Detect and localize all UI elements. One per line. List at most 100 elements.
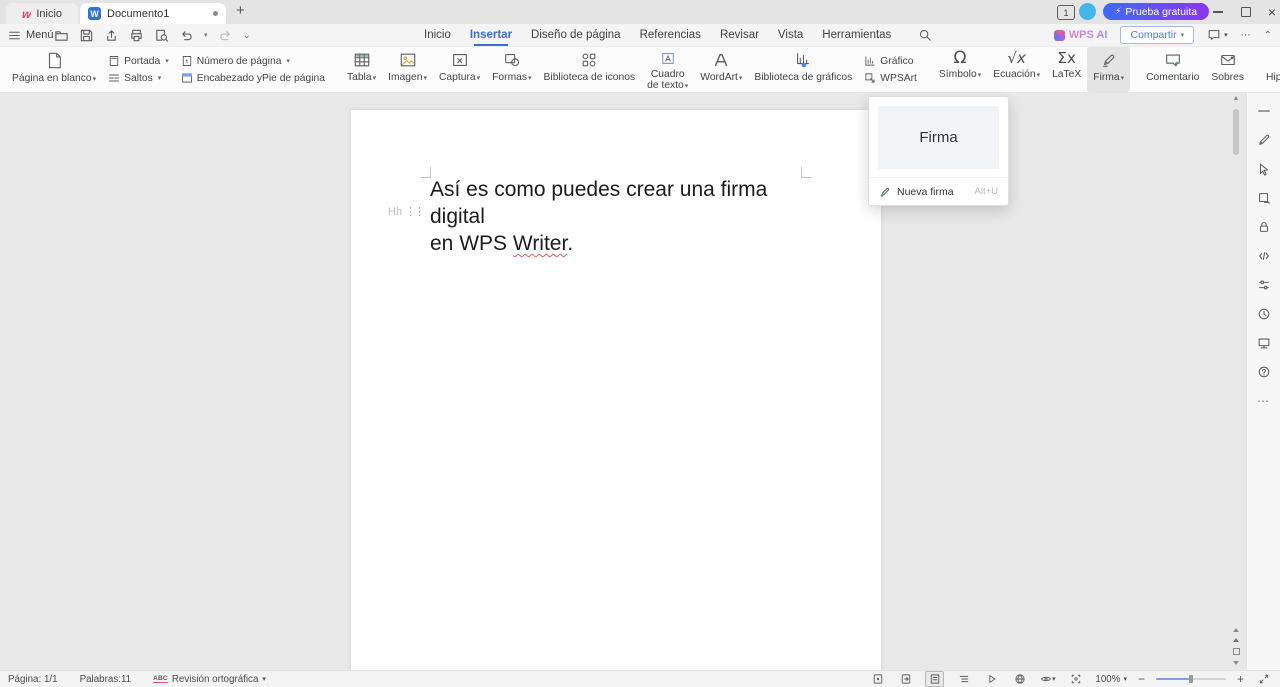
ribbon-button-comentario[interactable]: Comentario: [1140, 47, 1205, 92]
ribbon-button-hipervinculo[interactable]: Hipervínculo: [1260, 47, 1280, 92]
vertical-scrollbar[interactable]: ▲: [1232, 95, 1240, 668]
visibility-button[interactable]: ▾: [1039, 672, 1056, 686]
selection-arrow-icon: [1257, 162, 1271, 176]
outline-view-button[interactable]: [955, 672, 972, 686]
fit-page-button[interactable]: [1067, 672, 1084, 686]
previous-page-button[interactable]: [1233, 638, 1239, 642]
reading-view-button[interactable]: [983, 672, 1000, 686]
close-button[interactable]: ×: [1258, 0, 1280, 24]
share-button[interactable]: Compartir ▾: [1120, 26, 1194, 44]
new-tab-button[interactable]: +: [236, 2, 245, 19]
new-signature-item[interactable]: Nueva firma Alt+U: [869, 177, 1008, 205]
help-button[interactable]: [1256, 364, 1272, 380]
ribbon-button-captura[interactable]: Captura▾: [433, 47, 486, 92]
home-tab[interactable]: w Inicio: [6, 3, 78, 24]
more-options-button[interactable]: ⋯: [1241, 30, 1251, 41]
print-button[interactable]: [129, 28, 144, 43]
browse-object-button[interactable]: [1233, 648, 1240, 655]
ribbon-button-saltos[interactable]: Saltos▾: [108, 72, 169, 84]
signature-preview-item[interactable]: Firma: [878, 106, 999, 169]
ribbon-button-pagina-en-blanco[interactable]: Página en blanco▾: [6, 47, 102, 92]
ribbon-button-biblioteca-iconos[interactable]: Biblioteca de iconos: [538, 47, 642, 92]
page-indicator[interactable]: Página: 1/1: [8, 674, 58, 685]
ribbon-button-formas[interactable]: Formas▾: [486, 47, 537, 92]
scroll-up-button[interactable]: ▲: [1232, 95, 1240, 103]
fullscreen-button[interactable]: [1255, 672, 1272, 686]
ribbon-button-firma[interactable]: Firma▾: [1087, 47, 1130, 92]
unsaved-dot-icon[interactable]: [213, 11, 218, 16]
customize-toolbar-button[interactable]: ⌄: [243, 30, 251, 41]
sidebar-handle[interactable]: [1256, 103, 1272, 119]
ribbon-button-sobres[interactable]: Sobres: [1205, 47, 1250, 92]
page-tools-button[interactable]: [1256, 190, 1272, 206]
print-preview-button[interactable]: [154, 28, 169, 43]
next-page-button[interactable]: [1233, 661, 1239, 665]
ribbon-button-wpsart[interactable]: WPSArt: [864, 72, 917, 84]
document-text[interactable]: Así es como puedes crear una firma digit…: [430, 176, 815, 257]
drag-handle-icon[interactable]: ⋮⋮: [405, 205, 423, 218]
ribbon-button-grafico[interactable]: Gráfico: [864, 55, 917, 67]
redo-button[interactable]: [218, 28, 233, 43]
tab-inicio[interactable]: Inicio: [424, 24, 451, 46]
zoom-slider[interactable]: [1156, 678, 1226, 680]
zoom-out-button[interactable]: −: [1138, 674, 1145, 684]
zoom-in-button[interactable]: +: [1237, 674, 1244, 684]
undo-dropdown-arrow-icon[interactable]: ▾: [204, 31, 208, 39]
zoom-slider-knob[interactable]: [1189, 675, 1193, 683]
ribbon-button-biblioteca-graficos[interactable]: Biblioteca de gráficos: [748, 47, 858, 92]
ribbon-button-ecuacion[interactable]: √x Ecuación▾: [987, 47, 1046, 92]
comments-button[interactable]: ▾: [1207, 28, 1228, 42]
ribbon-button-portada[interactable]: Portada▾: [108, 55, 169, 67]
tab-herramientas[interactable]: Herramientas: [822, 24, 891, 46]
print-layout-button[interactable]: [925, 671, 944, 687]
ribbon-button-cuadro-texto[interactable]: Cuadro de texto▾: [641, 47, 694, 92]
document-page[interactable]: Hh ⋮⋮ Así es como puedes crear una firma…: [351, 110, 881, 670]
source-code-button[interactable]: [1256, 248, 1272, 264]
user-avatar[interactable]: [1079, 3, 1096, 20]
undo-button[interactable]: [179, 28, 194, 43]
tab-revisar[interactable]: Revisar: [720, 24, 759, 46]
more-tools-button[interactable]: ⋯: [1256, 393, 1272, 409]
menu-button[interactable]: Menú: [8, 24, 54, 46]
settings-button[interactable]: [1256, 277, 1272, 293]
ribbon-button-latex[interactable]: Σx LaTeX: [1046, 47, 1087, 92]
document-tab[interactable]: W Documento1: [80, 3, 226, 24]
save-button[interactable]: [79, 28, 94, 43]
ribbon-button-simbolo[interactable]: Ω Símbolo▾: [933, 47, 987, 92]
trial-button[interactable]: ⚡ Prueba gratuita: [1103, 3, 1209, 20]
web-layout-button[interactable]: [1011, 672, 1028, 686]
ribbon-button-encabezado[interactable]: Encabezado yPie de página: [181, 72, 325, 84]
paragraph-handle[interactable]: Hh ⋮⋮: [388, 205, 423, 218]
ribbon-button-numero-de-pagina[interactable]: Número de página▾: [181, 55, 325, 67]
history-button[interactable]: [1256, 306, 1272, 322]
scroll-up-icon[interactable]: [1233, 628, 1239, 632]
zoom-level-button[interactable]: 100% ▾: [1095, 674, 1127, 685]
wps-ai-button[interactable]: WPS AI: [1054, 29, 1108, 41]
open-folder-button[interactable]: [54, 28, 69, 43]
minimize-button[interactable]: [1204, 0, 1232, 24]
search-icon[interactable]: [918, 28, 932, 42]
document-map-button[interactable]: [869, 672, 886, 686]
cover-page-icon: [108, 55, 120, 67]
print-layout-icon: [929, 673, 941, 685]
side-pane-button[interactable]: [897, 672, 914, 686]
restore-button[interactable]: [1232, 0, 1260, 24]
select-tool-button[interactable]: [1256, 161, 1272, 177]
pen-tool-button[interactable]: [1256, 132, 1272, 148]
ribbon-button-imagen[interactable]: Imagen▾: [382, 47, 433, 92]
tab-vista[interactable]: Vista: [778, 24, 803, 46]
collapse-ribbon-button[interactable]: ⌃: [1264, 30, 1272, 41]
word-count[interactable]: Palabras:11: [80, 674, 132, 685]
projection-button[interactable]: [1256, 335, 1272, 351]
export-pdf-button[interactable]: [104, 28, 119, 43]
tab-insertar[interactable]: Insertar: [470, 24, 512, 46]
document-canvas[interactable]: Hh ⋮⋮ Así es como puedes crear una firma…: [0, 93, 1246, 670]
spellcheck-toggle[interactable]: ABC Revisión ortográfica ▾: [153, 674, 266, 685]
ribbon-button-tabla[interactable]: Tabla▾: [341, 47, 382, 92]
window-count-button[interactable]: 1: [1057, 5, 1075, 20]
scrollbar-thumb[interactable]: [1233, 109, 1239, 155]
protect-button[interactable]: [1256, 219, 1272, 235]
ribbon-button-wordart[interactable]: WordArt▾: [694, 47, 748, 92]
tab-diseno[interactable]: Diseño de página: [531, 24, 621, 46]
tab-referencias[interactable]: Referencias: [640, 24, 701, 46]
